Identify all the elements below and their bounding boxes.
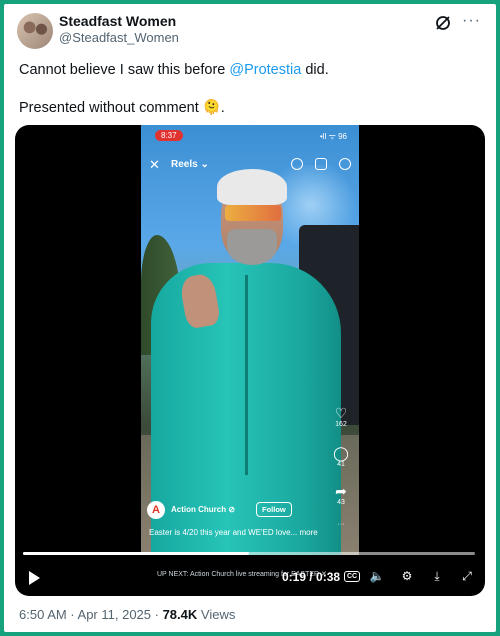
close-icon: ✕ <box>149 157 160 172</box>
video-frame[interactable]: 8:37 •ll ᯤ 96 ✕ Reels ⌄ ♡ 162 ◯ 41 ➦ 43 <box>141 125 359 555</box>
comment-number: 41 <box>337 461 345 468</box>
avatar[interactable] <box>17 13 53 49</box>
progress-fill <box>23 552 249 555</box>
progress-bar[interactable] <box>23 552 475 555</box>
comment-count: ◯ 41 <box>331 445 351 468</box>
tweet-text-part: did. <box>301 62 329 78</box>
settings-gear-icon[interactable]: ⚙ <box>399 568 415 584</box>
tweet-text-part: Cannot believe I saw this before <box>19 62 230 78</box>
status-time: 8:37 <box>155 130 183 141</box>
like-number: 162 <box>335 421 347 428</box>
tweet-text: Cannot believe I saw this before @Protes… <box>19 61 479 80</box>
reels-label: Reels ⌄ <box>171 159 209 170</box>
video-time: 0:19 / 0:38 <box>282 570 341 584</box>
tweet-text-line2: Presented without comment 🫠. <box>19 100 225 116</box>
captions-icon[interactable]: CC <box>344 571 361 582</box>
phone-status-bar: 8:37 •ll ᯤ 96 <box>141 130 359 144</box>
video-caption: Easter is 4/20 this year and WE'ED love.… <box>149 528 318 537</box>
video-player[interactable]: 8:37 •ll ᯤ 96 ✕ Reels ⌄ ♡ 162 ◯ 41 ➦ 43 <box>15 125 485 596</box>
share-number: 43 <box>337 499 345 506</box>
volume-icon[interactable]: 🔈 <box>369 568 385 584</box>
sunglasses <box>225 205 281 221</box>
display-name[interactable]: Steadfast Women <box>59 13 176 29</box>
play-icon[interactable] <box>29 571 40 585</box>
mention-link[interactable]: @Protestia <box>229 62 301 78</box>
share-count: ➦ 43 <box>331 483 351 506</box>
pip-icon[interactable]: ⤓ <box>429 568 445 584</box>
search-icon <box>291 158 303 170</box>
heart-icon: ♡ <box>334 405 348 421</box>
tweet-footer: 6:50 AM · Apr 11, 2025 · 78.4K Views <box>19 607 235 622</box>
more-video-icon: ··· <box>337 521 345 528</box>
tracksuit-zipper <box>245 275 248 475</box>
grok-icon[interactable] <box>434 14 452 32</box>
share-icon: ➦ <box>335 483 347 499</box>
timestamp[interactable]: 6:50 AM · Apr 11, 2025 · <box>19 607 163 622</box>
follow-button: Follow <box>256 502 292 517</box>
handle[interactable]: @Steadfast_Women <box>59 30 179 45</box>
action-church-logo: A <box>147 501 165 519</box>
like-count: ♡ 162 <box>331 405 351 428</box>
reels-header: ✕ Reels ⌄ <box>141 157 359 175</box>
tweet-card: Steadfast Women @Steadfast_Women ··· Can… <box>4 4 496 632</box>
profile-icon <box>339 158 351 170</box>
fullscreen-icon[interactable]: ⤢ <box>459 568 475 584</box>
views-label: Views <box>197 607 236 622</box>
camera-icon <box>315 158 327 170</box>
signal-battery: •ll ᯤ 96 <box>319 132 347 141</box>
views-count: 78.4K <box>162 607 198 622</box>
more-options-icon[interactable]: ··· <box>462 12 481 30</box>
beard <box>227 229 277 265</box>
account-name: Action Church ⊘ <box>171 505 236 514</box>
comment-icon: ◯ <box>333 445 349 461</box>
